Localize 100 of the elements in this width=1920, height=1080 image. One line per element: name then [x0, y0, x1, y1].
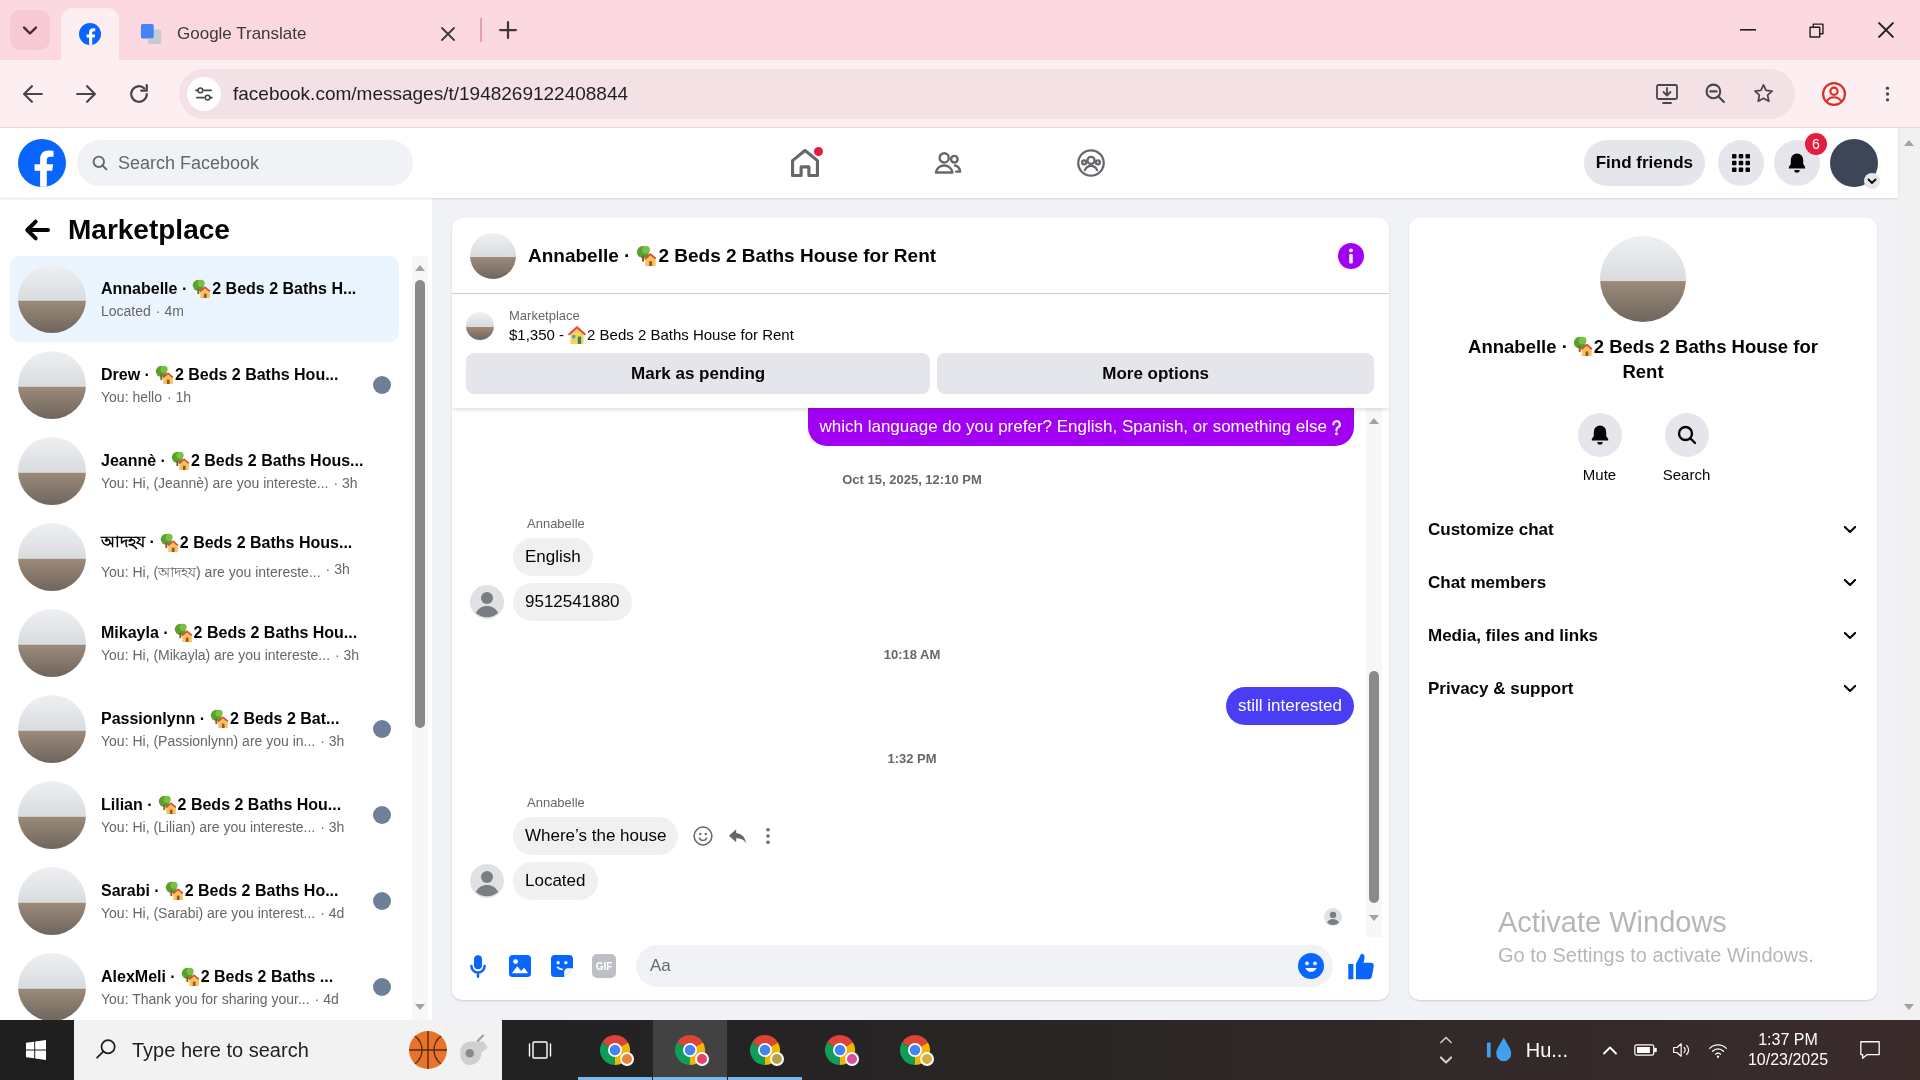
sliders-icon	[195, 84, 213, 103]
house-icon	[192, 279, 212, 298]
item-label: Marketplace	[509, 307, 581, 324]
contact-name: Passionlynn ·	[101, 709, 206, 728]
message-bubble: still interested	[1226, 687, 1354, 725]
search-icon	[92, 155, 108, 171]
listing-title: 2 Beds 2 Baths Hous...	[179, 533, 353, 552]
weather-button[interactable]: Hu...	[1485, 1036, 1568, 1064]
logo-icon[interactable]	[18, 139, 66, 187]
message-time: · 3h	[320, 733, 345, 749]
menu-button[interactable]	[1718, 140, 1764, 186]
scrollbar[interactable]	[412, 256, 428, 1020]
mark-pending-button[interactable]: Mark as pending	[466, 353, 931, 394]
section-header[interactable]: Privacy & support	[1428, 662, 1856, 715]
section-header[interactable]: Media, files and links	[1428, 609, 1856, 662]
message-bubble: 9512541880	[513, 583, 632, 621]
listing-title: 2 Beds 2 Baths Hou...	[193, 623, 358, 642]
section-header[interactable]: Chat members	[1428, 556, 1856, 609]
minimize-icon	[1739, 29, 1756, 31]
search-field[interactable]: Search Facebook	[77, 140, 413, 186]
timestamp: 10:18 AM	[883, 646, 941, 664]
contact-name: Lilian ·	[101, 795, 153, 814]
message-time: · 4d	[314, 991, 339, 1007]
message-bubble: English	[513, 538, 593, 576]
taskbar-search-field[interactable]: Type here to search	[74, 1020, 502, 1080]
profile-avatar[interactable]	[1830, 139, 1878, 187]
house-icon	[173, 623, 193, 642]
info-icon	[1338, 242, 1364, 269]
conversation-item[interactable]: Drew · 2 Beds 2 Baths Hou... You: hello · 1h	[10, 342, 399, 428]
account-icon	[1822, 81, 1846, 106]
back-arrow-icon	[24, 217, 50, 243]
message-field[interactable]: Aa	[636, 945, 1333, 987]
contact-name: Annabelle ·	[528, 244, 631, 267]
house-icon	[164, 881, 184, 900]
search-button[interactable]	[1664, 413, 1709, 457]
listing-title: 2 Beds 2 Baths ...	[200, 967, 334, 986]
more-options-button[interactable]: More options	[937, 353, 1374, 394]
listing-title: 2 Beds 2 Baths Hou...	[174, 365, 339, 384]
close-icon	[441, 27, 455, 41]
message-preview: You: Hi, (Lilian) are you intereste...	[101, 819, 316, 835]
notification-icon	[1859, 1039, 1881, 1061]
info-button[interactable]	[1338, 242, 1364, 269]
conversation-item[interactable]: Jeannè · 2 Beds 2 Baths Hous... You: Hi, (Jeannè) are you intereste... · 3h	[10, 428, 399, 514]
house-icon	[157, 795, 177, 814]
url-text[interactable]: facebook.com/messages/t/1948269122408844	[233, 82, 629, 105]
house-icon	[568, 325, 587, 344]
plus-icon	[499, 21, 517, 39]
scroll-up-icon[interactable]	[1439, 1036, 1452, 1044]
contact-name: Drew ·	[101, 365, 150, 384]
listing-title: 2 Beds 2 Baths Hou...	[177, 795, 342, 814]
grid-icon	[1732, 154, 1750, 172]
message-preview: You: Hi, (আদহয) are you intereste...	[101, 563, 321, 582]
water-drop-icon	[1485, 1036, 1514, 1064]
activation-subtitle: Go to Settings to activate Windows.	[1498, 943, 1814, 968]
message-preview: You: Thank you for sharing your...	[101, 991, 310, 1007]
thumbs-up-icon	[1347, 952, 1375, 980]
conversation-item[interactable]: Lilian · 2 Beds 2 Baths Hou... You: Hi, (Lilian) are you intereste... · 3h	[10, 772, 399, 858]
button-label: Search	[1662, 466, 1711, 483]
contact-name: Annabelle ·	[101, 279, 188, 298]
conversation-item[interactable]: Passionlynn · 2 Beds 2 Bat... You: Hi, (Passionlynn) are you in... · 3h	[10, 686, 399, 772]
caret-icon	[23, 25, 37, 35]
notifications-button[interactable]	[1774, 140, 1820, 186]
monitor-download-icon	[1656, 82, 1678, 105]
star-icon	[1752, 83, 1774, 104]
conversation-item[interactable]: আদহয · 2 Beds 2 Baths Hous... You: Hi, (আদহয) are you intereste... · 3h	[10, 514, 399, 600]
emoji-icon[interactable]	[1298, 953, 1324, 979]
close-icon	[1877, 22, 1894, 38]
microphone-icon	[470, 953, 486, 979]
message-time: · 4m	[155, 303, 184, 319]
address-bar[interactable]: facebook.com/messages/t/1948269122408844	[179, 68, 1795, 119]
taskbar-app-button[interactable]	[653, 1020, 727, 1080]
conversation-item[interactable]: Mikayla · 2 Beds 2 Baths Hou... You: Hi, (Mikayla) are you intereste... · 3h	[10, 600, 399, 686]
section-header[interactable]: Customize chat	[1428, 503, 1856, 556]
scrollbar-thumb[interactable]	[1369, 671, 1379, 903]
volume-icon	[1672, 1040, 1692, 1060]
conversation-item[interactable]: Sarabi · 2 Beds 2 Baths Ho... You: Hi, (Sarabi) are you interest... · 4d	[10, 858, 399, 944]
more-icon[interactable]	[765, 827, 772, 845]
browser-tab[interactable]: Google Translate	[119, 8, 470, 60]
message-text: which language do you prefer? English, Spanish, or something else	[819, 416, 1327, 438]
scroll-down-icon[interactable]	[1439, 1056, 1452, 1064]
scrollbar[interactable]	[1366, 408, 1382, 937]
clock-date: 10/23/2025	[1747, 1050, 1829, 1070]
scrollbar-thumb[interactable]	[415, 280, 425, 728]
browser-tab[interactable]	[61, 8, 119, 60]
back-button[interactable]	[24, 217, 50, 243]
conversation-item[interactable]: AlexMeli · 2 Beds 2 Baths ... You: Thank you for sharing your... · 4d	[10, 944, 399, 1020]
conversation-item[interactable]: Annabelle · 2 Beds 2 Baths H... Located · 4m	[10, 256, 399, 342]
find-friends-button[interactable]: Find friends	[1583, 140, 1705, 186]
react-icon[interactable]	[693, 826, 714, 846]
caret-icon	[1864, 173, 1880, 189]
search-icon	[96, 1039, 118, 1061]
four-panes-icon	[26, 1040, 46, 1060]
mute-button[interactable]	[1577, 413, 1622, 457]
timestamp: 1:32 PM	[887, 750, 937, 768]
tab-list-button[interactable]	[10, 10, 50, 50]
listing-photo	[466, 312, 494, 340]
item-title: 2 Beds 2 Baths House for Rent	[587, 325, 794, 345]
bell-icon	[1787, 153, 1807, 173]
message-time: · 1h	[167, 389, 192, 405]
site-info-button[interactable]	[187, 76, 221, 111]
